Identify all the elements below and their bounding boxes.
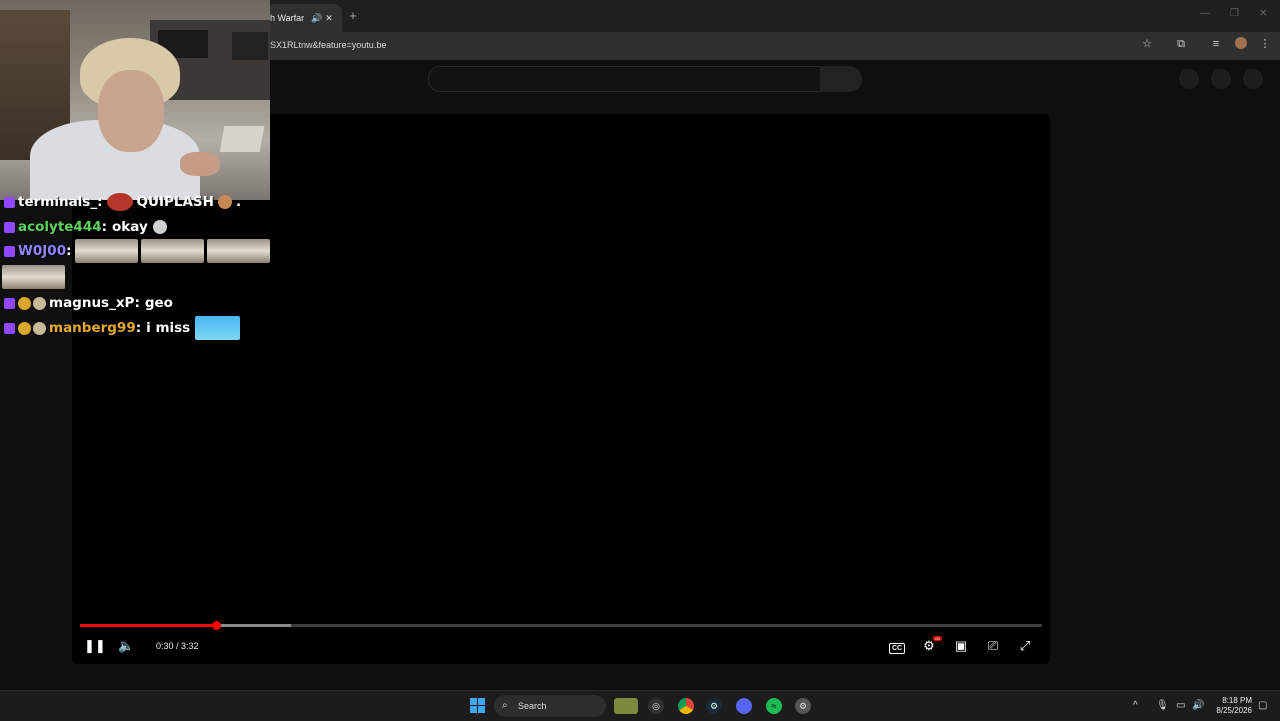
menu-icon[interactable]: ⋮ <box>1257 37 1273 51</box>
search-button[interactable] <box>820 66 862 92</box>
chat-username: manberg99 <box>49 320 136 336</box>
chat-separator: : <box>66 243 72 259</box>
subscriber-badge <box>4 221 15 233</box>
star-icon[interactable]: ☆ <box>1139 37 1155 51</box>
taskbar-clock[interactable]: 8:18 PM 8/25/2026 <box>1210 696 1252 716</box>
chat-text: i miss <box>146 320 191 336</box>
clock-date: 8/25/2026 <box>1216 706 1252 715</box>
restore-icon[interactable]: ❐ <box>1230 8 1239 19</box>
bits-badge <box>33 296 46 310</box>
spotify-icon[interactable]: ≈ <box>766 698 782 714</box>
profile-avatar[interactable] <box>1235 37 1247 49</box>
time-display: 0:30 / 3:32 <box>156 638 199 654</box>
chat-text: QUIPLASH <box>136 194 214 210</box>
subscriber-badge <box>4 196 15 208</box>
bits-badge <box>33 321 46 335</box>
miniplayer-button[interactable]: ▣ <box>952 637 970 655</box>
close-icon[interactable]: ✕ <box>325 13 333 24</box>
volume-icon: 🔈 <box>118 638 135 653</box>
emote <box>74 239 138 263</box>
start-button[interactable] <box>470 698 485 713</box>
chat-message: magnus_xP: geo <box>4 292 173 314</box>
chat-separator: : <box>134 295 140 311</box>
pause-icon: ❚❚ <box>84 638 106 653</box>
search-icon: ⌕ <box>502 700 508 711</box>
emote <box>140 239 204 263</box>
chat-username: W0J00 <box>18 243 67 259</box>
speaker-icon[interactable]: 🔊 <box>311 13 322 24</box>
cast-icon: ⎚ <box>987 638 999 653</box>
hd-badge: HD <box>933 636 942 641</box>
gifter-badge <box>18 321 31 335</box>
captions-button[interactable]: CC <box>888 637 906 655</box>
emote <box>217 195 232 209</box>
chat-username: acolyte444 <box>18 219 102 235</box>
fullscreen-button[interactable]: ⤢ <box>1016 637 1034 655</box>
subscriber-badge <box>4 245 15 257</box>
emote <box>152 220 167 234</box>
media-icon[interactable]: ≡ <box>1208 37 1224 51</box>
steam-icon[interactable]: ⚙ <box>706 698 722 714</box>
emote <box>195 316 241 340</box>
new-tab-button[interactable]: + <box>346 8 360 24</box>
obs-icon[interactable]: ◎ <box>648 698 664 714</box>
fullscreen-icon: ⤢ <box>1019 638 1031 653</box>
taskbar-search-label: Search <box>518 701 547 711</box>
pause-button[interactable]: ❚❚ <box>84 637 106 655</box>
chat-message: manberg99: i miss <box>4 316 241 340</box>
miniplayer-icon: ▣ <box>954 638 968 653</box>
clock-time: 8:18 PM <box>1222 696 1252 705</box>
emote <box>106 193 133 211</box>
search-input[interactable] <box>428 66 822 92</box>
duration: 3:32 <box>181 641 199 651</box>
discord-icon[interactable] <box>736 698 752 714</box>
chat-message: acolyte444: okay <box>4 216 167 238</box>
tab-title: h Warfar <box>270 13 305 23</box>
taskbar <box>0 690 1280 721</box>
files-app-icon[interactable] <box>614 698 638 714</box>
chat-separator: : <box>135 320 142 336</box>
network-icon[interactable]: ▭ <box>1176 699 1185 713</box>
close-icon[interactable]: ✕ <box>1259 8 1267 19</box>
microphone-icon[interactable]: 🎙 <box>1156 699 1169 713</box>
chevron-up-icon[interactable]: ^ <box>1133 699 1138 713</box>
notification-icon[interactable]: ▢ <box>1258 699 1267 713</box>
emote <box>206 239 270 263</box>
cast-button[interactable]: ⎚ <box>984 637 1002 655</box>
time-separator: / <box>173 641 182 651</box>
create-button[interactable] <box>1179 69 1199 89</box>
chat-separator: : <box>101 219 108 235</box>
chat-message: terminals_: QUIPLASH . <box>4 191 241 213</box>
chat-message: W0J00: <box>4 239 270 263</box>
subscriber-badge <box>4 297 15 309</box>
progress-played <box>80 624 217 627</box>
browser-tab[interactable]: h Warfar 🔊 ✕ <box>266 4 342 32</box>
settings-icon[interactable]: ⚙ <box>795 698 811 714</box>
minimize-icon[interactable]: — <box>1200 8 1210 19</box>
cc-icon: CC <box>888 643 906 654</box>
mute-button[interactable]: 🔈 <box>118 637 134 655</box>
subscriber-badge <box>4 322 15 334</box>
notifications-button[interactable] <box>1211 69 1231 89</box>
chat-text: okay <box>112 219 148 235</box>
chat-separator: : <box>97 194 103 210</box>
gifter-badge <box>18 296 31 310</box>
chat-message-continued <box>2 265 65 289</box>
account-avatar[interactable] <box>1243 69 1263 89</box>
emote <box>2 265 65 289</box>
chat-text: geo <box>144 295 173 311</box>
plus-icon: + <box>349 8 357 23</box>
volume-icon[interactable]: 🔊 <box>1192 699 1204 713</box>
taskbar-search[interactable]: ⌕ Search <box>494 695 606 717</box>
extensions-icon[interactable]: ⧉ <box>1173 37 1189 51</box>
chat-username: magnus_xP <box>49 295 135 311</box>
chrome-icon[interactable] <box>678 698 694 714</box>
webcam-overlay <box>0 0 270 200</box>
current-time: 0:30 <box>156 641 174 651</box>
address-bar[interactable]: SX1RLtnw&feature=youtu.be <box>262 35 1170 55</box>
chat-username: terminals_ <box>18 194 98 210</box>
